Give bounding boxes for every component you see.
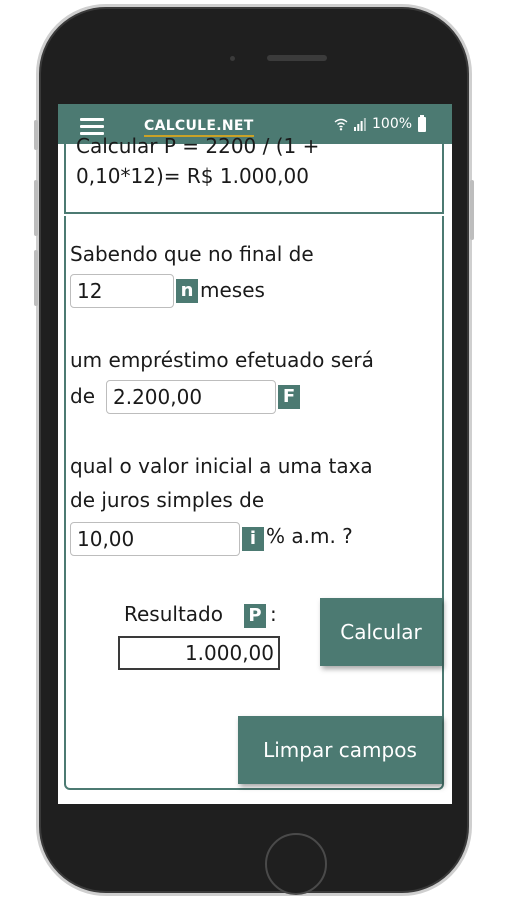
future-value-input[interactable]: 2.200,00 — [106, 380, 276, 414]
battery-percentage: 100% — [372, 116, 413, 132]
calculator-form: Sabendo que no final de 12 n meses um em… — [64, 216, 444, 790]
months-suffix: meses — [200, 278, 265, 302]
question-line-1: qual o valor inicial a uma taxa — [70, 454, 373, 478]
formula-panel: Calcular P = 2200 / (1 + 0,10*12)= R$ 1.… — [64, 134, 444, 214]
status-icons: 100% — [334, 114, 427, 132]
clear-fields-button[interactable]: Limpar campos — [238, 716, 442, 784]
battery-icon — [418, 114, 427, 132]
months-input[interactable]: 12 — [70, 274, 174, 308]
side-button-volume-up[interactable] — [34, 180, 38, 236]
home-button[interactable] — [265, 833, 327, 895]
rate-suffix: % a.m. ? — [266, 524, 353, 548]
content-area: Calcular P = 2200 / (1 + 0,10*12)= R$ 1.… — [58, 134, 452, 804]
intro-text: Sabendo que no final de — [70, 242, 314, 266]
question-line-2: de juros simples de — [70, 488, 265, 512]
f-tag: F — [278, 385, 300, 409]
side-button-mute[interactable] — [34, 120, 38, 150]
p-tag: P — [244, 604, 266, 628]
n-tag: n — [176, 279, 198, 303]
rate-input[interactable]: 10,00 — [70, 522, 240, 556]
side-button-power[interactable] — [470, 180, 474, 240]
calculate-button[interactable]: Calcular — [320, 598, 442, 666]
speaker-grille — [267, 55, 327, 61]
loan-text: um empréstimo efetuado será — [70, 348, 374, 372]
wifi-icon — [334, 118, 348, 131]
stage: CALCULE.NET 100% Calcular P = 2200 / (1 … — [0, 0, 506, 900]
de-text: de — [70, 384, 95, 408]
formula-line-1: Calcular P = 2200 / (1 + — [76, 134, 320, 158]
signal-icon — [354, 117, 366, 131]
i-tag: i — [242, 527, 264, 551]
side-button-volume-down[interactable] — [34, 250, 38, 306]
front-camera — [230, 56, 235, 61]
result-output: 1.000,00 — [118, 636, 280, 670]
result-colon: : — [270, 602, 277, 626]
formula-line-2: 0,10*12)= R$ 1.000,00 — [76, 164, 309, 188]
phone-screen: CALCULE.NET 100% Calcular P = 2200 / (1 … — [58, 104, 452, 804]
result-label: Resultado — [124, 602, 223, 626]
